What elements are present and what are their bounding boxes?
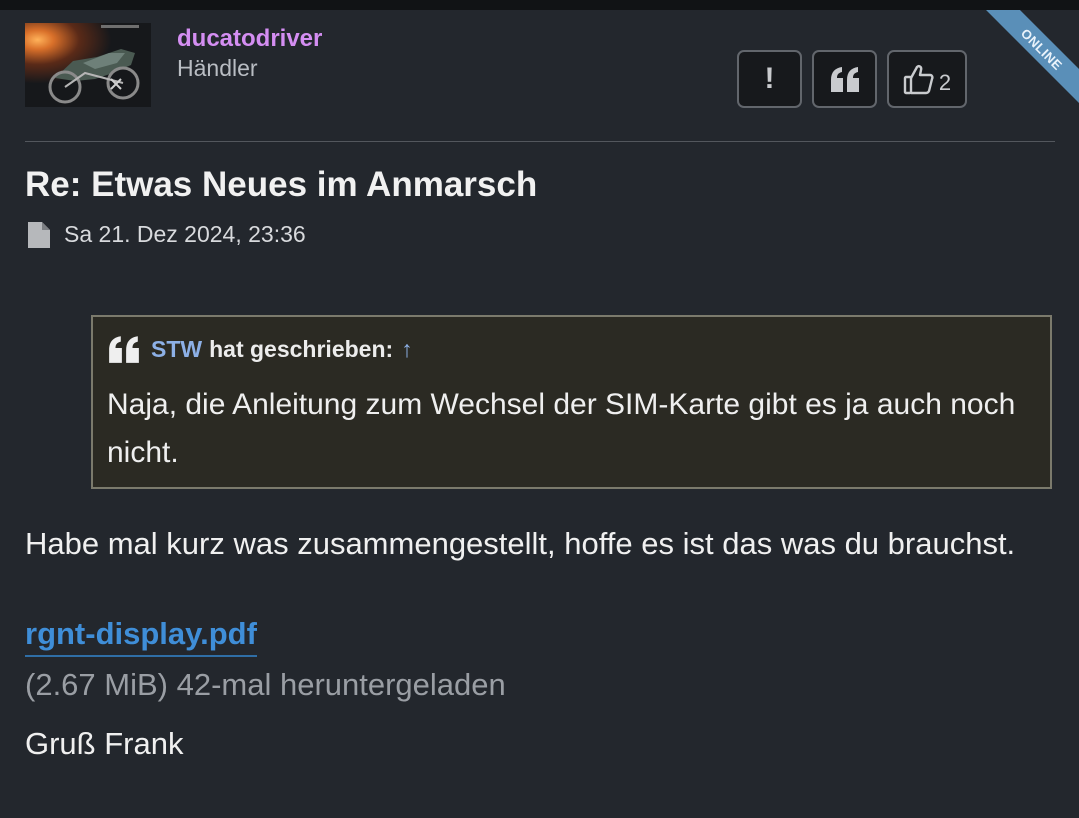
thumbs-up-icon: [903, 65, 934, 95]
file-icon[interactable]: [28, 221, 50, 248]
attachment-info: (2.67 MiB) 42-mal heruntergeladen: [25, 667, 506, 702]
quote-source-arrow[interactable]: ↑: [401, 336, 413, 363]
post-body: Habe mal kurz was zusammengestellt, hoff…: [25, 526, 1016, 561]
divider: [25, 141, 1055, 142]
post-title[interactable]: Re: Etwas Neues im Anmarsch: [25, 165, 537, 205]
quote-header: STW hat geschrieben: ↑: [107, 335, 413, 363]
motorcycle-image: [48, 25, 140, 104]
quote-block: STW hat geschrieben: ↑ Naja, die Anleitu…: [91, 315, 1052, 489]
attachment-link[interactable]: rgnt-display.pdf: [25, 616, 257, 657]
quote-button[interactable]: [812, 50, 877, 108]
report-icon: !: [764, 62, 775, 95]
report-button[interactable]: !: [737, 50, 802, 108]
post-meta: Sa 21. Dez 2024, 23:36: [28, 221, 306, 248]
quote-icon: [830, 67, 859, 92]
author-rank: Händler: [177, 55, 258, 81]
quote-text: Naja, die Anleitung zum Wechsel der SIM-…: [107, 388, 1016, 469]
online-badge: ONLINE: [980, 10, 1079, 111]
like-button[interactable]: 2: [887, 50, 967, 108]
like-count: 2: [938, 70, 952, 95]
post-date: Sa 21. Dez 2024, 23:36: [64, 221, 306, 247]
quote-author-link[interactable]: STW: [151, 336, 202, 363]
quote-says-label: hat geschrieben:: [209, 335, 394, 362]
top-bar: [0, 0, 1079, 10]
forum-post: ducatodriver Händler ! 2 ONLINE Re: Etwa…: [0, 10, 1079, 818]
author-username[interactable]: ducatodriver: [177, 25, 322, 53]
post-signoff: Gruß Frank: [25, 726, 184, 761]
avatar[interactable]: [25, 23, 151, 107]
quote-icon: [109, 336, 139, 363]
